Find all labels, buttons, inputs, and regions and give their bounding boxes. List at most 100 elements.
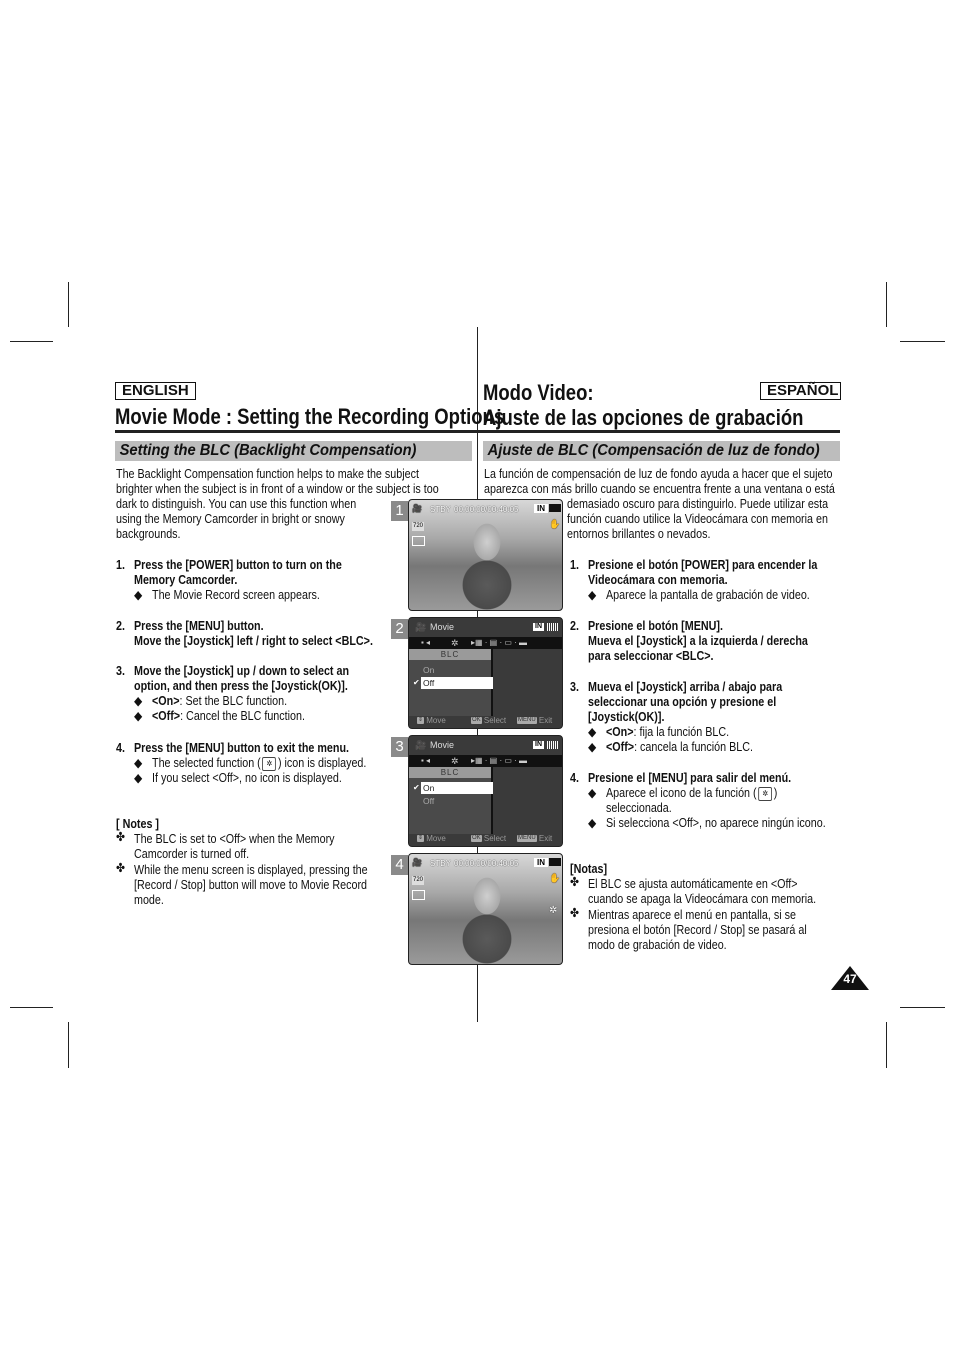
menu-option-on[interactable]: On [421,782,493,794]
text: ◆ [134,588,143,602]
emphasis: Move the [Joystick] up / down to select … [134,664,350,678]
english-label: ENGLISH [115,382,196,400]
step-instruction: Mueva el [Joystick] a la izquierda / der… [588,634,808,649]
menu-item-icon[interactable]: ▸▦ · ▤ · ▭ · ▬ [471,755,527,767]
intro-line: brighter when the subject is in front of… [116,482,439,497]
spanish-label: ESPAÑOL [760,382,841,400]
text: : fija la función BLC. [633,725,730,739]
emphasis: 2. [116,619,125,633]
bullet-item: <Off>: Cancel the BLC function. [152,709,305,724]
menu-item-icon[interactable]: ▪ ◂ [421,755,430,767]
time-counter: 00:00:00/00:40:05 [454,505,519,514]
text: using the Memory Camcorder in bright or … [116,512,345,526]
note-line: Camcorder is turned off. [134,847,249,862]
menu-option-label: BLC [409,649,491,660]
menu-icon-strip: ▪ ◂ ✲ ▸▦ · ▤ · ▭ · ▬ [409,755,562,767]
battery-icon [549,504,561,512]
crop-mark [900,1007,945,1008]
step-number-tab: 2 [391,619,408,639]
text: ✤ [570,875,580,889]
note-line: mode. [134,893,164,908]
step-instruction: seleccionar una opción y presione el [588,695,776,710]
joystick-icon: ⇕ [417,835,425,843]
step-number-tab: 1 [391,501,408,521]
menu-item-icon[interactable]: ▪ ◂ [421,637,430,649]
footer-exit: Exit [538,716,553,725]
movie-mode-icon: 🎥 [415,740,427,750]
step-number-tab: 4 [391,855,408,875]
bullet-item: If you select <Off>, no icon is displaye… [152,771,342,786]
bullet-item: The selected function (✲) icon is displa… [152,756,366,771]
intro-line: using the Memory Camcorder in bright or … [116,512,345,527]
note-line: While the menu screen is displayed, pres… [134,863,368,878]
emphasis: 4. [570,771,579,785]
bullet-glyph: ◆ [588,740,596,755]
text: The BLC is set to <Off> when the Memory [134,832,335,846]
bullet-item: <On>: fija la función BLC. [606,725,729,740]
emphasis: <On> [606,725,634,739]
emphasis: seleccionar una opción y presione el [588,695,777,709]
text: Mientras aparece el menú en pantalla, si… [588,907,796,922]
crop-mark [10,1007,53,1008]
note-line: presiona el botón [Record / Stop] se pas… [588,923,807,938]
note-glyph: ✤ [116,830,125,845]
intro-line: The Backlight Compensation function help… [116,467,419,482]
title-rule [115,430,840,433]
intro-line: aparezca con más brillo cuando se encuen… [484,482,835,497]
menu-item-icon[interactable]: ▸▦ · ▤ · ▭ · ▬ [471,637,527,649]
record-screen: 🎥 STBY 00:00:00/00:40:05 IN 720 ✋ [408,499,563,611]
blc-menu-icon[interactable]: ✲ [451,637,459,649]
intro-line: función cuando utilice la Videocámara co… [567,512,828,527]
text: ✤ [116,860,126,875]
text: Si selecciona <Off>, no aparece ningún i… [606,816,826,830]
step-number: 3. [570,680,579,695]
menu-option-off[interactable]: Off [421,677,493,689]
menu-option-on[interactable]: On [421,664,493,676]
menu-icon-strip: ▪ ◂ ✲ ▸▦ · ▤ · ▭ · ▬ [409,637,562,649]
step-instruction: para seleccionar <BLC>. [588,649,713,664]
note-line: The BLC is set to <Off> when the Memory [134,832,335,847]
emphasis: <Off> [152,709,181,723]
page-number: 47 [843,972,857,986]
note-glyph: ✤ [570,875,579,890]
text: : Set the BLC function. [179,694,288,708]
check-icon: ✔ [413,678,420,687]
footer-exit: Exit [538,834,553,843]
battery-icon [547,623,559,631]
emphasis: Presione el [MENU] para salir del menú. [588,771,792,785]
stabilizer-icon: ✋ [549,873,561,883]
resolution-icon [412,536,425,546]
text: [Record / Stop] button will move to Movi… [134,877,368,892]
blc-icon: ✲ [549,905,558,916]
emphasis: Memory Camcorder. [134,573,238,587]
emphasis: Move the [Joystick] left / right to sele… [134,634,373,648]
emphasis: 1. [116,558,125,572]
movie-mode-icon: 🎥 [412,858,422,867]
text: ✤ [116,830,126,844]
bullet-glyph: ◆ [134,588,142,603]
text: La función de compensación de luz de fon… [484,467,833,481]
step-number-tab: 3 [391,737,408,757]
emphasis: Presione el botón [POWER] para encender … [588,558,818,572]
emphasis: 3. [570,680,579,694]
menu-screen: 🎥 Movie IN ▪ ◂ ✲ ▸▦ · ▤ · ▭ · ▬ BLC On Of… [408,617,563,729]
stabilizer-icon: ✋ [549,519,561,529]
text: : cancela la función BLC. [634,740,754,754]
text: ◆ [588,786,597,800]
blc-icon: ✲ [758,786,773,801]
text: modo de grabación de video. [588,938,727,953]
section-heading-text: Ajuste de BLC (Compensación de luz de fo… [487,442,820,459]
text: seleccionada. [606,801,672,815]
status-text: STBY [430,505,451,514]
menu-header: 🎥 Movie IN [409,736,562,754]
text: ◆ [588,816,597,830]
emphasis: 3. [116,664,125,678]
menu-option-off[interactable]: Off [421,795,493,807]
blc-menu-icon[interactable]: ✲ [451,755,459,767]
memory-indicator: IN [533,741,544,749]
menu-options-panel: BLC On ✔ Off [409,767,493,834]
footer-move: Move [426,716,446,725]
crop-mark [886,282,887,327]
record-screen: 🎥 STBY 00:00:00/00:40:05 IN 720 ✋ ✲ [408,853,563,965]
movie-mode-icon: 🎥 [412,504,422,513]
